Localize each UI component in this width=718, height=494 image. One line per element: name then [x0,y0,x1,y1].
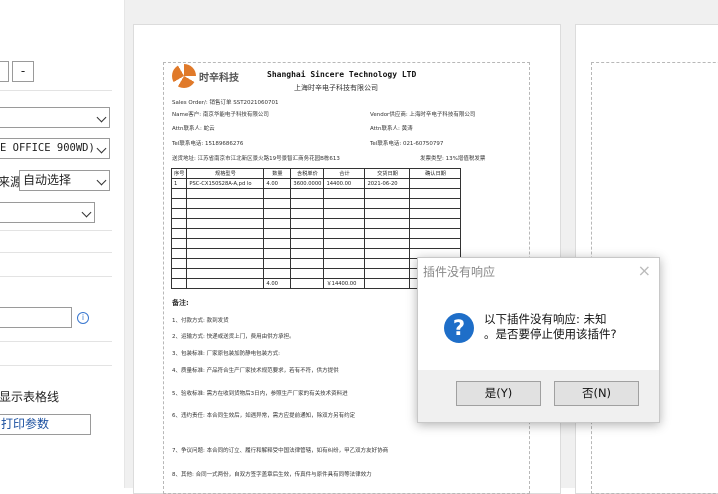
table-row [170,188,462,199]
total-qty: 4.00 [263,278,292,289]
info-icon[interactable]: i [77,312,89,324]
company-logo: 时辛科技 [172,64,242,90]
number-box[interactable] [0,61,9,82]
dialog-message-line2: 。是否要停止使用该插件? [484,327,617,341]
chevron-down-icon [96,143,107,154]
table-header: 数量 [263,168,292,179]
chevron-down-icon [81,207,92,218]
remark-line: 4、质量标准: 产品符合生产厂家技术规范要求，若有不符，供方提供 [172,368,339,374]
tel-right: Tel联系电话: 021-60750797 [370,141,444,147]
company-name-en: Shanghai Sincere Technology LTD [267,70,417,79]
dialog-message: 以下插件没有响应: 未知 。是否要停止使用该插件? [484,312,617,342]
remark-line: 7、争议问题: 本合同的订立、履行和解释受中国法律管辖，如有纠纷，甲乙双方友好协… [172,448,389,454]
close-icon[interactable]: × [638,261,651,280]
question-icon: ? [444,313,474,343]
table-header: 合计 [323,168,366,179]
table-row [170,208,462,219]
table-row [170,228,462,239]
table-header: 确认日期 [409,168,462,179]
dialog-message-line1: 以下插件没有响应: 未知 [484,312,607,326]
remark-line: 3、包装标准: 厂家原包装加防静电包装方式: [172,351,280,357]
delivery-address: 送货地址: 江苏省南京市江北新区景火路19号景智汇商务花园B栋613 [172,156,340,162]
total-amount: ￥14400.00 [323,278,366,289]
table-row: 1 PSC-CX150S28A-A,pd lo 4.00 3600.0000 1… [170,178,462,189]
remark-line: 6、违约责任: 本合同生效后，如遇异常，需方应提前通知，除双方另有约定 [172,413,356,419]
chevron-down-icon [96,112,107,123]
show-table-lines-label[interactable]: 显示表格线 [0,388,59,405]
chevron-down-icon [96,175,107,186]
table-header: 交货日期 [364,168,411,179]
table-header-row: 序号 规格型号 数量 含税单价 合计 交货日期 确认日期 [170,168,462,179]
table-row [170,238,462,249]
printer-select[interactable]: E OFFICE 900WD) [0,138,110,159]
invoice-type: 发票类型: 13%增值税发票 [420,156,486,162]
sales-order: Sales Order/: 销售订单 SST2021060701 [172,100,279,106]
text-input[interactable] [0,307,72,328]
tel-left: Tel联系电话: 15189686276 [172,141,244,147]
remark-line: 1、付款方式: 款到发货 [172,318,229,324]
table-row [170,198,462,209]
vendor-name: Vendor供应商: 上海时辛电子科技有限公司 [370,112,476,118]
table-cell: PSC-CX150S28A-A,pd lo [186,178,265,189]
table-cell: 4.00 [263,178,292,189]
print-params-label: 打印参数 [1,417,50,431]
no-button[interactable]: 否(N) [554,381,639,406]
table-header: 序号 [170,168,188,179]
remark-line: 8、其他: 合同一式两份，自双方签字盖章后生效，传真件与原件具有同等法律效力 [172,472,372,478]
attn-right: Attn联系人: 黄涛 [370,126,413,132]
option-select-2[interactable] [0,202,95,223]
print-params-button[interactable]: 打印参数 [0,414,91,435]
dialog-title: 插件没有响应 [423,265,496,279]
logo-text: 时辛科技 [199,73,239,84]
table-cell [409,178,462,189]
print-settings-panel: - E OFFICE 900WD) 来源 自动选择 i 显示表格线 打印参数 [0,0,124,488]
remark-line: 2、运输方式: 快递或送货上门，费用由供方承担。 [172,334,295,340]
dialog-footer: 是(Y) 否(N) [418,370,659,422]
customer-name: Name客户: 南京华能电子科技有限公司 [172,112,269,118]
table-header: 规格型号 [186,168,265,179]
minus-button[interactable]: - [12,61,34,82]
remarks-title: 备注: [172,299,189,307]
plugin-not-responding-dialog: 插件没有响应 × ? 以下插件没有响应: 未知 。是否要停止使用该插件? 是(Y… [417,257,660,423]
paper-source-select[interactable]: 自动选择 [19,170,110,191]
remark-line: 5、验收标准: 需方在收到货物后3日内，参照生产厂家的有关技术资料进 [172,391,348,397]
table-cell: 1 [170,178,188,189]
table-cell: 14400.00 [323,178,366,189]
table-cell: 2021-06-20 [364,178,411,189]
paper-source-value: 自动选择 [23,173,72,187]
option-select-1[interactable] [0,107,110,128]
company-name-cn: 上海时辛电子科技有限公司 [294,84,378,92]
attn-left: Attn联系人: 蛇云 [172,126,215,132]
yes-button[interactable]: 是(Y) [456,381,541,406]
table-cell: 3600.0000 [290,178,325,189]
table-header: 含税单价 [290,168,325,179]
printer-select-value: E OFFICE 900WD) [0,142,95,154]
table-row [170,218,462,229]
logo-mark-icon [172,64,196,88]
